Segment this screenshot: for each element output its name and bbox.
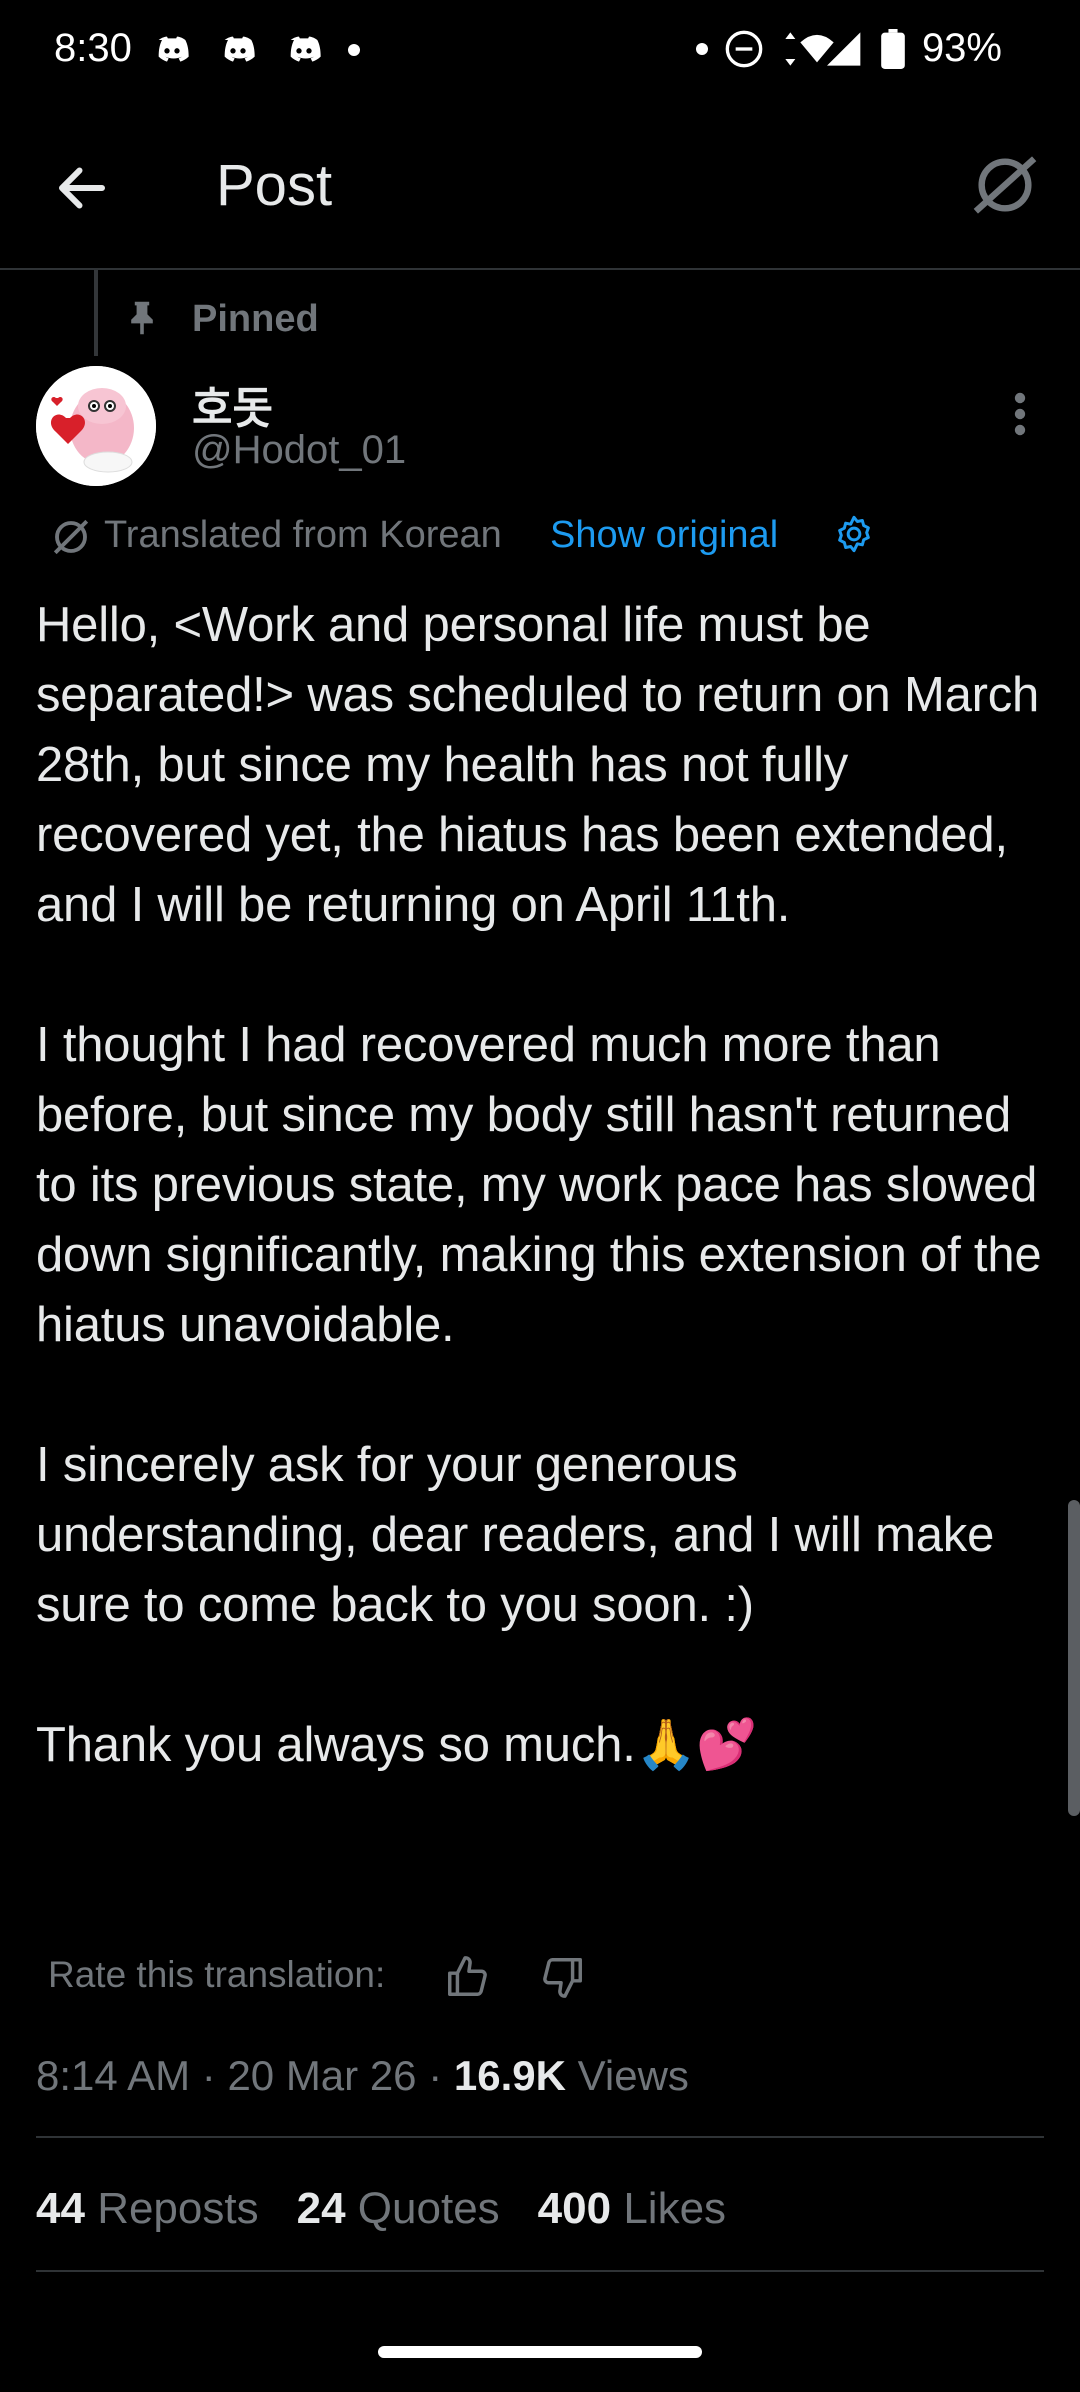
avatar[interactable]	[36, 366, 156, 486]
discord-icon	[224, 36, 255, 62]
views-count: 16.9K	[453, 2052, 566, 2099]
reposts-count: 44	[36, 2184, 85, 2233]
thread-line	[94, 270, 98, 356]
translated-label: Translated from Korean	[104, 514, 502, 556]
battery-icon	[881, 28, 905, 69]
reposts-stat[interactable]: 44 Reposts	[36, 2184, 259, 2234]
views-label: Views	[577, 2052, 689, 2099]
meta-divider	[36, 2136, 1044, 2138]
header-divider	[0, 268, 1080, 270]
wifi-signal-icon	[785, 31, 861, 66]
grok-translate-icon	[53, 519, 89, 555]
battery-percent: 93%	[921, 26, 1002, 70]
discord-icon	[158, 36, 189, 62]
more-options-icon[interactable]	[1012, 392, 1028, 436]
scrollbar[interactable]	[1068, 1500, 1080, 1816]
notification-icons	[150, 30, 360, 70]
likes-count: 400	[537, 2184, 612, 2233]
system-status-icons: 93%	[695, 26, 1002, 71]
quotes-count: 24	[296, 2184, 346, 2233]
status-time: 8:30	[54, 26, 132, 70]
author-name[interactable]: 호돗	[192, 372, 273, 436]
page-title: Post	[216, 153, 333, 218]
arrow-left-icon[interactable]	[52, 158, 112, 218]
stats-divider	[36, 2270, 1044, 2272]
post-date: 20 Mar 26	[227, 2052, 417, 2099]
quotes-label: Quotes	[357, 2184, 500, 2233]
engagement-stats: 44 Reposts 24 Quotes 400 Likes	[36, 2184, 726, 2234]
pin-icon	[131, 301, 153, 335]
thumbs-up-icon[interactable]	[444, 1954, 490, 2000]
author-handle[interactable]: @Hodot_01	[192, 428, 406, 473]
reposts-label: Reposts	[97, 2184, 259, 2233]
pinned-label: Pinned	[192, 298, 319, 340]
notification-dot	[695, 42, 708, 55]
likes-stat[interactable]: 400 Likes	[538, 2184, 726, 2234]
rate-translation-label: Rate this translation:	[48, 1954, 386, 1995]
thumbs-down-icon[interactable]	[540, 1954, 586, 2000]
home-indicator[interactable]	[378, 2346, 702, 2358]
do-not-disturb-icon	[725, 30, 763, 67]
meta-separator: ·	[201, 2052, 228, 2099]
post-meta: 8:14 AM · 20 Mar 26 · 16.9K Views	[36, 2052, 689, 2100]
more-notifications-dot	[348, 44, 360, 56]
likes-label: Likes	[623, 2184, 727, 2233]
status-bar: 8:30 93%	[0, 0, 1080, 100]
grok-icon[interactable]	[970, 150, 1040, 220]
meta-separator: ·	[428, 2052, 454, 2099]
discord-icon	[290, 36, 321, 62]
gear-icon[interactable]	[834, 514, 874, 554]
avatar-image	[36, 366, 156, 486]
post-text: Hello, <Work and personal life must be s…	[36, 598, 1042, 1772]
show-original-link[interactable]: Show original	[550, 514, 778, 557]
post-time: 8:14 AM	[36, 2052, 191, 2099]
quotes-stat[interactable]: 24 Quotes	[297, 2184, 500, 2234]
